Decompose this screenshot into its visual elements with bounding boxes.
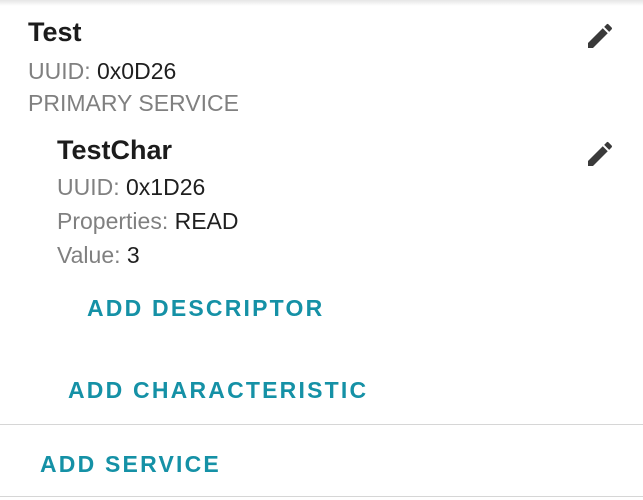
bottom-divider <box>0 496 643 497</box>
characteristic-uuid-row: UUID: 0x1D26 <box>57 176 205 199</box>
service-uuid-row: UUID: 0x0D26 <box>28 60 176 83</box>
characteristic-edit-pencil-icon[interactable] <box>584 138 616 170</box>
characteristic-value-label: Value: <box>57 242 121 268</box>
service-uuid-label: UUID: <box>28 58 91 84</box>
characteristic-name: TestChar <box>57 135 173 165</box>
add-service-button[interactable]: ADD SERVICE <box>40 451 221 478</box>
characteristic-properties-label: Properties: <box>57 208 169 234</box>
add-characteristic-button[interactable]: ADD CHARACTERISTIC <box>68 377 368 404</box>
service-edit-pencil-icon[interactable] <box>584 20 616 52</box>
characteristic-properties-row: Properties: READ <box>57 210 239 233</box>
characteristic-value-row: Value: 3 <box>57 244 140 267</box>
service-uuid-value: 0x0D26 <box>97 58 177 84</box>
characteristic-value-value: 3 <box>126 242 140 268</box>
add-descriptor-button[interactable]: ADD DESCRIPTOR <box>87 295 324 322</box>
service-type: PRIMARY SERVICE <box>28 90 239 116</box>
characteristic-uuid-label: UUID: <box>57 174 120 200</box>
divider <box>0 424 643 425</box>
characteristic-properties-value: READ <box>174 208 239 234</box>
characteristic-uuid-value: 0x1D26 <box>126 174 206 200</box>
top-shadow <box>0 0 643 6</box>
service-name: Test <box>28 17 82 47</box>
